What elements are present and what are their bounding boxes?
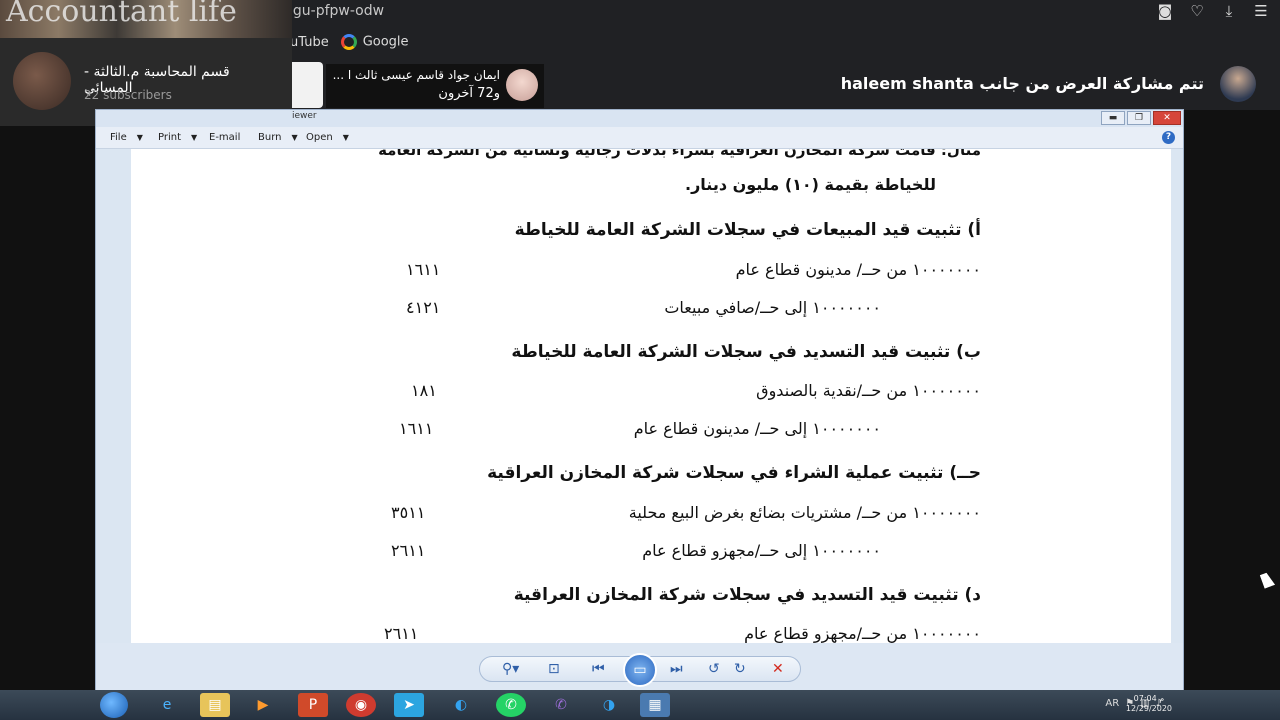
delete-icon[interactable]: ✕ (772, 661, 784, 677)
intro-line: للخياطة بقيمة (١٠) مليون دينار. (684, 175, 936, 194)
entry-code: ١٨١ (411, 381, 437, 400)
viewer-menu-bar: File ▼ Print ▼ E-mail Burn ▼ Open ▼ ? (96, 127, 1183, 149)
slideshow-icon[interactable]: ▭ (623, 653, 657, 687)
entry-text: ١٠٠٠٠٠٠٠ من حــ/نقدية بالصندوق (756, 381, 981, 400)
chevron-down-icon: ▼ (342, 133, 349, 142)
image-display-area: مثال: قامت شركة المخازن العراقية بشراء ب… (96, 149, 1183, 643)
intro-partial: مثال: قامت شركة المخازن العراقية بشراء ب… (378, 149, 981, 159)
viewer-toolbar: ⚲▾ ⊡ ⏮ ▭ ⏭ ↺ ↻ ✕ (96, 643, 1183, 691)
menu-open[interactable]: Open ▼ (306, 132, 349, 143)
media-icon[interactable]: ▶ (248, 693, 278, 717)
language-indicator[interactable]: AR (1105, 698, 1119, 709)
heart-icon[interactable]: ♡ (1188, 2, 1206, 20)
participant-avatar (506, 69, 538, 101)
participant-name: ايمان جواد قاسم عيسى ثالث ا ... (332, 68, 500, 82)
presenter-avatar (1220, 66, 1256, 102)
section-heading: د) تثبيت قيد التسديد في سجلات شركة المخا… (513, 585, 981, 605)
fit-icon[interactable]: ⊡ (548, 661, 560, 677)
viewer-title: iewer (292, 111, 317, 121)
camera-icon[interactable]: ◙ (1156, 2, 1174, 20)
bookmarks-bar: uTube Google (290, 34, 409, 50)
mouse-cursor (1259, 571, 1276, 589)
channel-avatar[interactable] (13, 52, 71, 110)
participant-others: و72 آخرون (438, 86, 500, 101)
first-page-icon[interactable]: ⏮ (592, 661, 605, 677)
entry-text: ١٠٠٠٠٠٠٠ إلى حــ/صافي مبيعات (664, 298, 881, 317)
start-button[interactable] (100, 692, 128, 718)
viewer-title-bar: iewer ▬ ❐ ✕ (96, 110, 1183, 127)
menu-email-label: E-mail (209, 132, 241, 143)
edge-icon[interactable]: ◑ (594, 693, 624, 717)
google-icon (340, 34, 357, 50)
windows-taskbar: e ▤ ▶ P ◉ ➤ ◐ ✆ ✆ ◑ ▦ AR ⚑ ▥ ♪ 07:04 م 1… (0, 690, 1280, 720)
entry-text: ١٠٠٠٠٠٠٠ من حــ/مجهزو قطاع عام (744, 624, 981, 643)
section-heading: ب) تثبيت قيد التسديد في سجلات الشركة الع… (511, 342, 981, 362)
photo-viewer-icon[interactable]: ▦ (640, 693, 670, 717)
entry-code: ١٦١١ (399, 419, 434, 438)
bookmark-google-label: Google (362, 34, 409, 50)
photo-viewer-window: iewer ▬ ❐ ✕ File ▼ Print ▼ E-mail Burn ▼ Op… (95, 109, 1184, 691)
entry-text: ١٠٠٠٠٠٠٠ من حــ/ مشتريات بضائع بغرض البي… (628, 503, 981, 522)
viber-icon[interactable]: ✆ (546, 693, 576, 717)
entry-text: ١٠٠٠٠٠٠٠ إلى حــ/ مدينون قطاع عام (633, 419, 881, 438)
meet-presenter-bar: ايمان جواد قاسم عيسى ثالث ا ... و72 آخرو… (292, 62, 1280, 110)
url-text[interactable]: ggu-pfpw-odw (284, 3, 384, 19)
presenter-label: تتم مشاركة العرض من جانب haleem shanta (840, 74, 1204, 93)
rotate-left-icon[interactable]: ↺ (708, 661, 720, 677)
window-controls: ▬ ❐ ✕ (1101, 111, 1181, 125)
menu-file[interactable]: File ▼ (110, 132, 143, 143)
entry-text: ١٠٠٠٠٠٠٠ من حــ/ مدينون قطاع عام (735, 260, 981, 279)
clock[interactable]: 07:04 م 12/29/2020 (1126, 694, 1172, 714)
explorer-icon[interactable]: ▤ (200, 693, 230, 717)
powerpoint-icon[interactable]: P (298, 693, 328, 717)
bookmark-google[interactable]: Google (340, 34, 409, 50)
entry-code: ٢٦١١ (391, 541, 426, 560)
ie-icon[interactable]: e (152, 693, 182, 717)
channel-banner: Accountant life (0, 0, 292, 38)
menu-print-label: Print (158, 132, 182, 143)
zoom-icon[interactable]: ⚲▾ (502, 661, 519, 677)
menu-print[interactable]: Print ▼ (158, 132, 197, 143)
entry-code: ٤١٢١ (406, 298, 441, 317)
section-heading: أ) تثبيت قيد المبيعات في سجلات الشركة ال… (514, 220, 981, 240)
telegram-icon[interactable]: ➤ (394, 693, 424, 717)
menu-open-label: Open (306, 132, 333, 143)
menu-icon[interactable]: ☰ (1252, 2, 1270, 20)
meet-participant-tile[interactable]: ايمان جواد قاسم عيسى ثالث ا ... و72 آخرو… (326, 64, 544, 108)
entry-code: ٣٥١١ (391, 503, 426, 522)
last-page-icon[interactable]: ⏭ (670, 661, 683, 677)
entry-code: ١٦١١ (406, 260, 441, 279)
menu-file-label: File (110, 132, 127, 143)
entry-code: ٢٦١١ (384, 624, 419, 643)
whatsapp-icon[interactable]: ✆ (496, 693, 526, 717)
channel-subscribers: 22 subscribers (84, 88, 172, 102)
browser-action-icons: ◙ ♡ ⤓ ☰ (1156, 2, 1270, 20)
clock-date: 12/29/2020 (1125, 704, 1172, 713)
bookmark-youtube[interactable]: uTube (290, 35, 329, 50)
chrome-icon[interactable]: ◉ (346, 693, 376, 717)
chevron-down-icon: ▼ (136, 133, 143, 142)
minimize-button[interactable]: ▬ (1101, 111, 1125, 125)
channel-overlay[interactable]: Accountant life قسم المحاسبة م.الثالثة -… (0, 0, 292, 126)
chevron-down-icon: ▼ (291, 133, 298, 142)
entry-text: ١٠٠٠٠٠٠٠ إلى حــ/مجهزو قطاع عام (642, 541, 881, 560)
edge-icon[interactable]: ◐ (446, 693, 476, 717)
restore-button[interactable]: ❐ (1127, 111, 1151, 125)
chevron-down-icon: ▼ (191, 133, 198, 142)
channel-banner-text: Accountant life (6, 0, 237, 29)
download-icon[interactable]: ⤓ (1220, 2, 1238, 20)
toolbar-pill: ⚲▾ ⊡ ⏮ ▭ ⏭ ↺ ↻ ✕ (479, 653, 801, 687)
screen: ggu-pfpw-odw ◙ ♡ ⤓ ☰ uTube Google Accoun… (0, 0, 1280, 720)
menu-email[interactable]: E-mail (209, 132, 240, 143)
rotate-right-icon[interactable]: ↻ (734, 661, 746, 677)
document-page: مثال: قامت شركة المخازن العراقية بشراء ب… (131, 149, 1171, 643)
close-button[interactable]: ✕ (1153, 111, 1181, 125)
clock-time: 07:04 م (1133, 694, 1165, 703)
menu-burn[interactable]: Burn ▼ (258, 132, 298, 143)
menu-burn-label: Burn (258, 132, 282, 143)
meet-side-panel[interactable] (292, 62, 323, 108)
help-icon[interactable]: ? (1162, 131, 1175, 144)
section-heading: حــ) تثبيت عملية الشراء في سجلات شركة ال… (487, 463, 981, 483)
